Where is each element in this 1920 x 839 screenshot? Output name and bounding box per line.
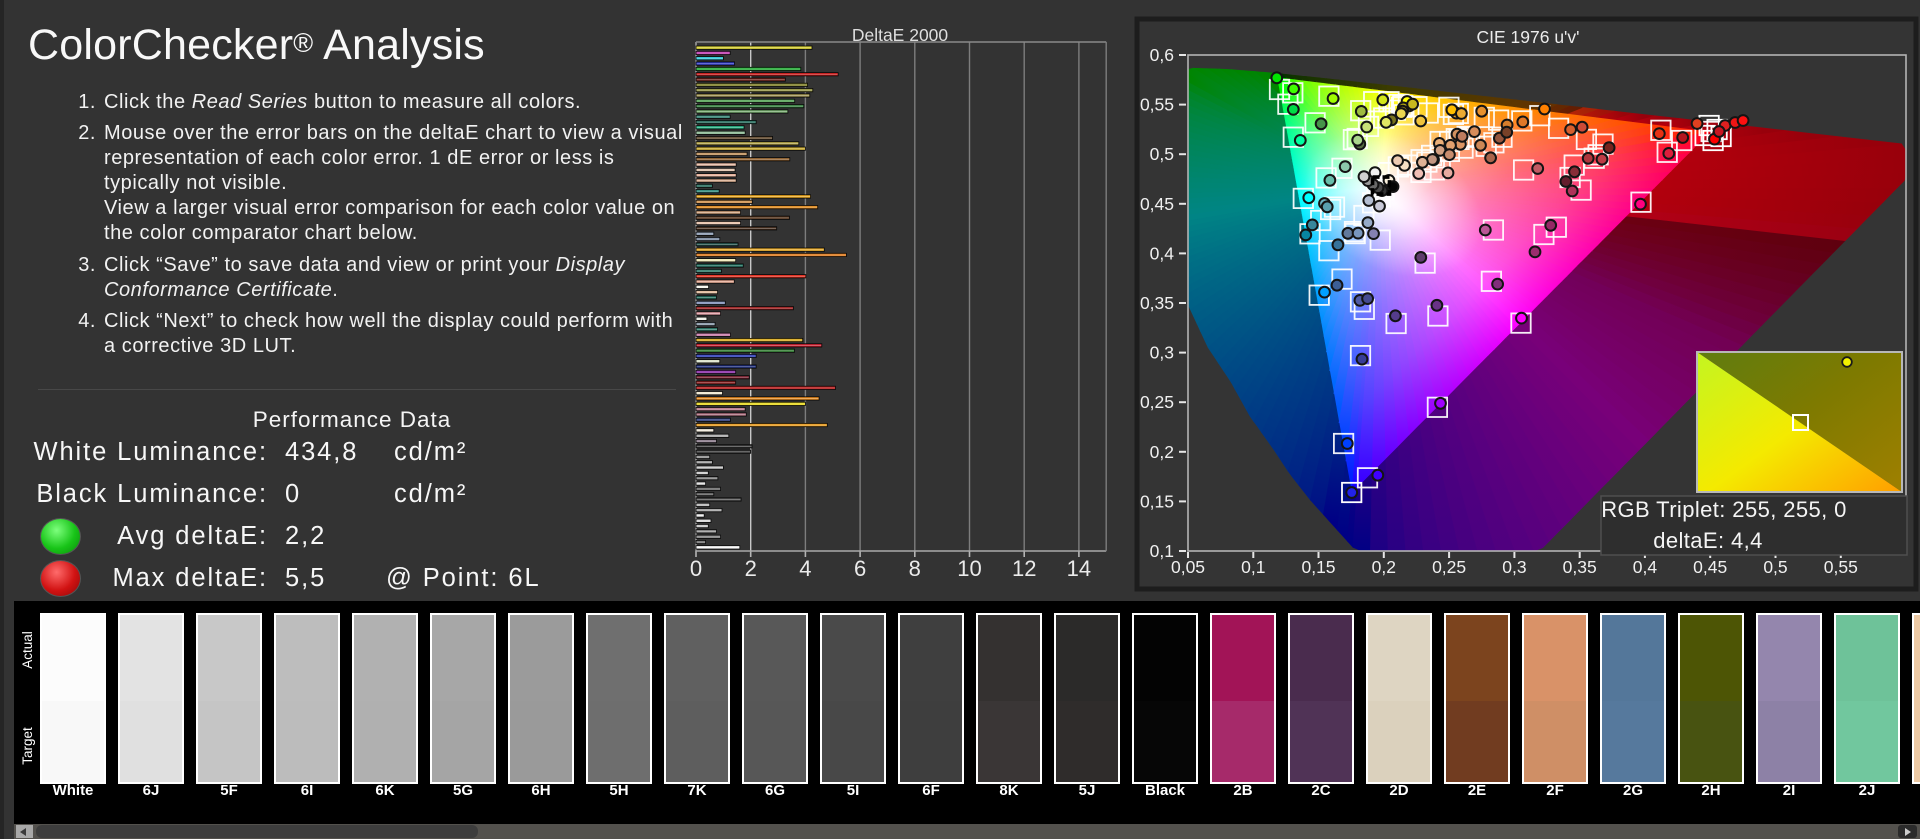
svg-text:0,2: 0,2	[1372, 557, 1396, 577]
svg-text:deltaE: 4,4: deltaE: 4,4	[1653, 528, 1763, 553]
svg-text:0,35: 0,35	[1140, 293, 1174, 313]
svg-text:0,45: 0,45	[1140, 194, 1174, 214]
svg-text:0,5: 0,5	[1150, 144, 1174, 164]
svg-text:0,1: 0,1	[1241, 557, 1265, 577]
svg-text:0,35: 0,35	[1563, 557, 1597, 577]
svg-text:0,4: 0,4	[1633, 557, 1658, 577]
svg-text:RGB Triplet: 255, 255, 0: RGB Triplet: 255, 255, 0	[1601, 497, 1847, 522]
svg-text:0,55: 0,55	[1824, 557, 1858, 577]
svg-text:0,15: 0,15	[1140, 491, 1174, 511]
svg-text:0,45: 0,45	[1693, 557, 1727, 577]
svg-text:0,25: 0,25	[1432, 557, 1466, 577]
svg-text:0,05: 0,05	[1171, 557, 1205, 577]
svg-text:0,55: 0,55	[1140, 95, 1174, 115]
svg-text:0,15: 0,15	[1301, 557, 1335, 577]
svg-text:0,6: 0,6	[1150, 45, 1174, 65]
svg-text:0,3: 0,3	[1150, 343, 1174, 363]
svg-text:0,2: 0,2	[1150, 442, 1174, 462]
svg-text:0,4: 0,4	[1150, 243, 1175, 263]
svg-text:CIE 1976 u'v': CIE 1976 u'v'	[1477, 27, 1580, 47]
svg-text:0,3: 0,3	[1502, 557, 1526, 577]
svg-text:0,5: 0,5	[1763, 557, 1787, 577]
svg-text:0,25: 0,25	[1140, 392, 1174, 412]
